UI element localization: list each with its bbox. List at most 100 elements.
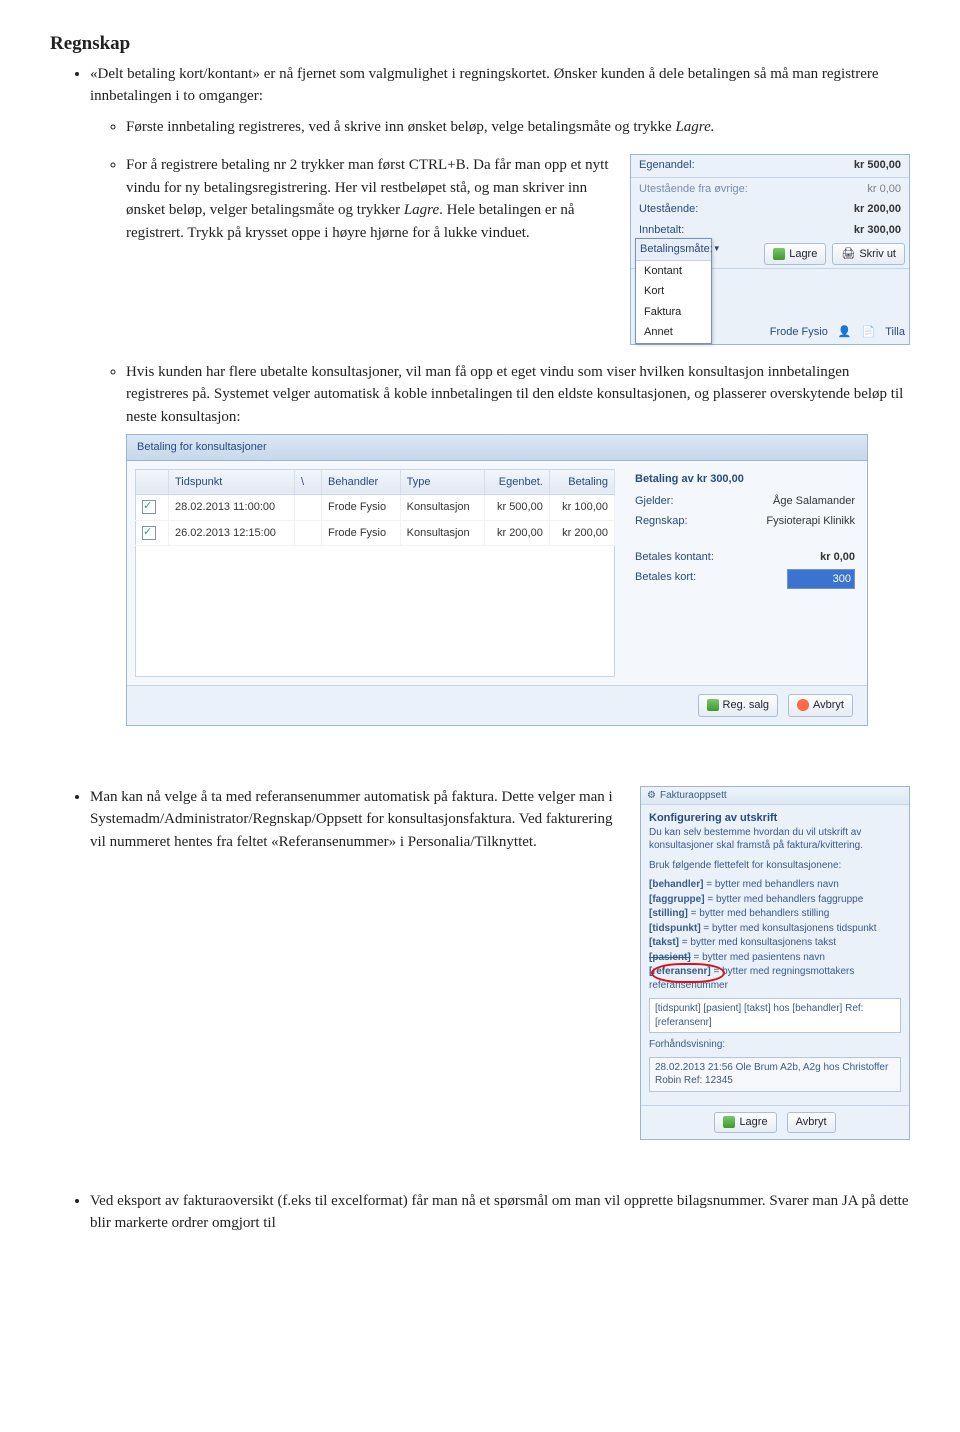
footer-tag: Tilla <box>885 324 905 341</box>
side-header: Betaling av kr 300,00 <box>635 471 855 488</box>
fo-intro2: Bruk følgende flettefelt for konsultasjo… <box>649 860 841 871</box>
skriv-ut-button[interactable]: Skriv ut <box>832 243 905 266</box>
sub-1: Første innbetaling registreres, ved å sk… <box>126 116 910 139</box>
tag-desc: = bytter med behandlers faggruppe <box>705 894 864 905</box>
fo-lagre-button[interactable]: Lagre <box>714 1112 776 1133</box>
cell-egenbet: kr 500,00 <box>484 495 549 521</box>
chevron-down-icon: ▼ <box>713 243 721 255</box>
fo-title: Fakturaoppsett <box>660 789 727 803</box>
dialog-title: Betaling for konsultasjoner <box>127 435 867 461</box>
payment-method-dropdown[interactable]: Betalingsmåte:▼ Kontant Kort Faktura Ann… <box>635 238 712 344</box>
gjelder-label: Gjelder: <box>635 493 674 510</box>
tag-key: [tidspunkt] <box>649 923 701 934</box>
cancel-icon <box>797 699 809 711</box>
skriv-label: Skriv ut <box>859 246 896 263</box>
template-input[interactable]: [tidspunkt] [pasient] [takst] hos [behan… <box>649 998 901 1033</box>
sub-3: Hvis kunden har flere ubetalte konsultas… <box>126 361 910 726</box>
col-type[interactable]: Type <box>400 469 484 495</box>
dd-item-annet[interactable]: Annet <box>636 322 711 343</box>
fo-heading: Konfigurering av utskrift <box>649 812 777 824</box>
gjelder-value: Åge Salamander <box>773 493 855 510</box>
tag-desc: = bytter med behandlers navn <box>703 879 838 890</box>
dd-field-label: Betalingsmåte: <box>640 241 713 258</box>
tag-desc: = bytter med behandlers stilling <box>688 908 829 919</box>
footer-name: Frode Fysio <box>770 324 828 341</box>
col-egenbet[interactable]: Egenbet. <box>484 469 549 495</box>
cell-behandler: Frode Fysio <box>322 520 401 546</box>
bullet-text: «Delt betaling kort/kontant» er nå fjern… <box>90 66 879 105</box>
avbryt-label: Avbryt <box>813 697 844 714</box>
kontant-value: kr 0,00 <box>820 549 855 566</box>
bullet-main-3: Ved eksport av fakturaoversikt (f.eks ti… <box>90 1190 910 1235</box>
dd-item-kort[interactable]: Kort <box>636 281 711 302</box>
cell-tidspunkt: 28.02.2013 11:00:00 <box>169 495 295 521</box>
tag-key: [takst] <box>649 937 679 948</box>
tag-key: [pasient] <box>649 952 691 963</box>
cell-tidspunkt: 26.02.2013 12:15:00 <box>169 520 295 546</box>
row-checkbox[interactable] <box>142 500 156 514</box>
heading: Regnskap <box>50 30 910 59</box>
fo-avbryt-button[interactable]: Avbryt <box>787 1112 836 1133</box>
utest-value: kr 200,00 <box>854 201 901 218</box>
merge-tags: [behandler] = bytter med behandlers navn… <box>649 878 901 992</box>
bullet-2-text: Man kan nå velge å ta med referansenumme… <box>90 786 626 854</box>
table-row[interactable]: 28.02.2013 11:00:00 Frode Fysio Konsulta… <box>136 495 615 521</box>
fo-lagre-label: Lagre <box>739 1115 767 1130</box>
tag-key: [stilling] <box>649 908 688 919</box>
bullet-main-2: Man kan nå velge å ta med referansenumme… <box>90 786 910 1140</box>
bullet-main-1: «Delt betaling kort/kontant» er nå fjern… <box>90 63 910 726</box>
regnskap-value: Fysioterapi Klinikk <box>766 513 855 530</box>
payment-side: Betaling av kr 300,00 Gjelder: Åge Salama… <box>623 461 867 686</box>
dd-item-kontant[interactable]: Kontant <box>636 261 711 282</box>
bullet-3-text: Ved eksport av fakturaoversikt (f.eks ti… <box>90 1193 909 1232</box>
gear-icon: ⚙ <box>647 789 656 803</box>
doc-icon: 📄 <box>862 324 876 341</box>
kort-label: Betales kort: <box>635 569 696 590</box>
table-row[interactable]: 26.02.2013 12:15:00 Frode Fysio Konsulta… <box>136 520 615 546</box>
tag-desc: = bytter med pasientens navn <box>691 952 825 963</box>
reg-label: Reg. salg <box>723 697 769 714</box>
utest-ovrige-value: kr 0,00 <box>867 181 901 198</box>
reg-salg-button[interactable]: Reg. salg <box>698 694 778 717</box>
consultations-dialog: Betaling for konsultasjoner Tidspunkt \ … <box>126 434 868 726</box>
sub-1-text: Første innbetaling registreres, ved å sk… <box>126 119 675 135</box>
cell-egenbet: kr 200,00 <box>484 520 549 546</box>
tag-desc: = bytter med konsultasjonens takst <box>679 937 836 948</box>
innbetalt-value: kr 300,00 <box>854 222 901 239</box>
save-icon <box>773 248 785 260</box>
save-icon <box>723 1116 735 1128</box>
cell-type: Konsultasjon <box>400 495 484 521</box>
tag-key: [referansenr] <box>649 966 711 977</box>
kort-input[interactable]: 300 <box>787 569 855 590</box>
col-behandler[interactable]: Behandler <box>322 469 401 495</box>
fo-avbryt-label: Avbryt <box>796 1115 827 1130</box>
col-betaling[interactable]: Betaling <box>549 469 614 495</box>
cell-betaling: kr 100,00 <box>549 495 614 521</box>
dd-item-faktura[interactable]: Faktura <box>636 302 711 323</box>
sub-2-em: Lagre <box>404 202 439 218</box>
regnskap-label: Regnskap: <box>635 513 688 530</box>
col-sort[interactable]: \ <box>295 469 322 495</box>
lagre-button[interactable]: Lagre <box>764 243 826 266</box>
col-tidspunkt[interactable]: Tidspunkt <box>169 469 295 495</box>
lagre-label: Lagre <box>789 246 817 263</box>
col-check[interactable] <box>136 469 169 495</box>
row-checkbox[interactable] <box>142 526 156 540</box>
sub-1-em: Lagre. <box>675 119 714 135</box>
save-icon <box>707 699 719 711</box>
fo-intro: Du kan selv bestemme hvordan du vil utsk… <box>649 827 863 852</box>
cell-behandler: Frode Fysio <box>322 495 401 521</box>
tag-key: [behandler] <box>649 879 703 890</box>
tag-key: [faggruppe] <box>649 894 705 905</box>
innbetalt-label: Innbetalt: <box>639 222 684 239</box>
egenandel-label: Egenandel: <box>639 157 695 174</box>
kontant-label: Betales kontant: <box>635 549 714 566</box>
avbryt-button[interactable]: Avbryt <box>788 694 853 717</box>
cell-betaling: kr 200,00 <box>549 520 614 546</box>
fakturaoppsett-dialog: ⚙ Fakturaoppsett Konfigurering av utskrif… <box>640 786 910 1140</box>
preview-box: 28.02.2013 21:56 Ole Brum A2b, A2g hos C… <box>649 1057 901 1092</box>
cell-type: Konsultasjon <box>400 520 484 546</box>
payment-panel: Egenandel:kr 500,00 Utestående fra øvrig… <box>630 154 910 345</box>
table-empty-area <box>135 546 615 677</box>
person-icon: 👤 <box>838 324 852 341</box>
